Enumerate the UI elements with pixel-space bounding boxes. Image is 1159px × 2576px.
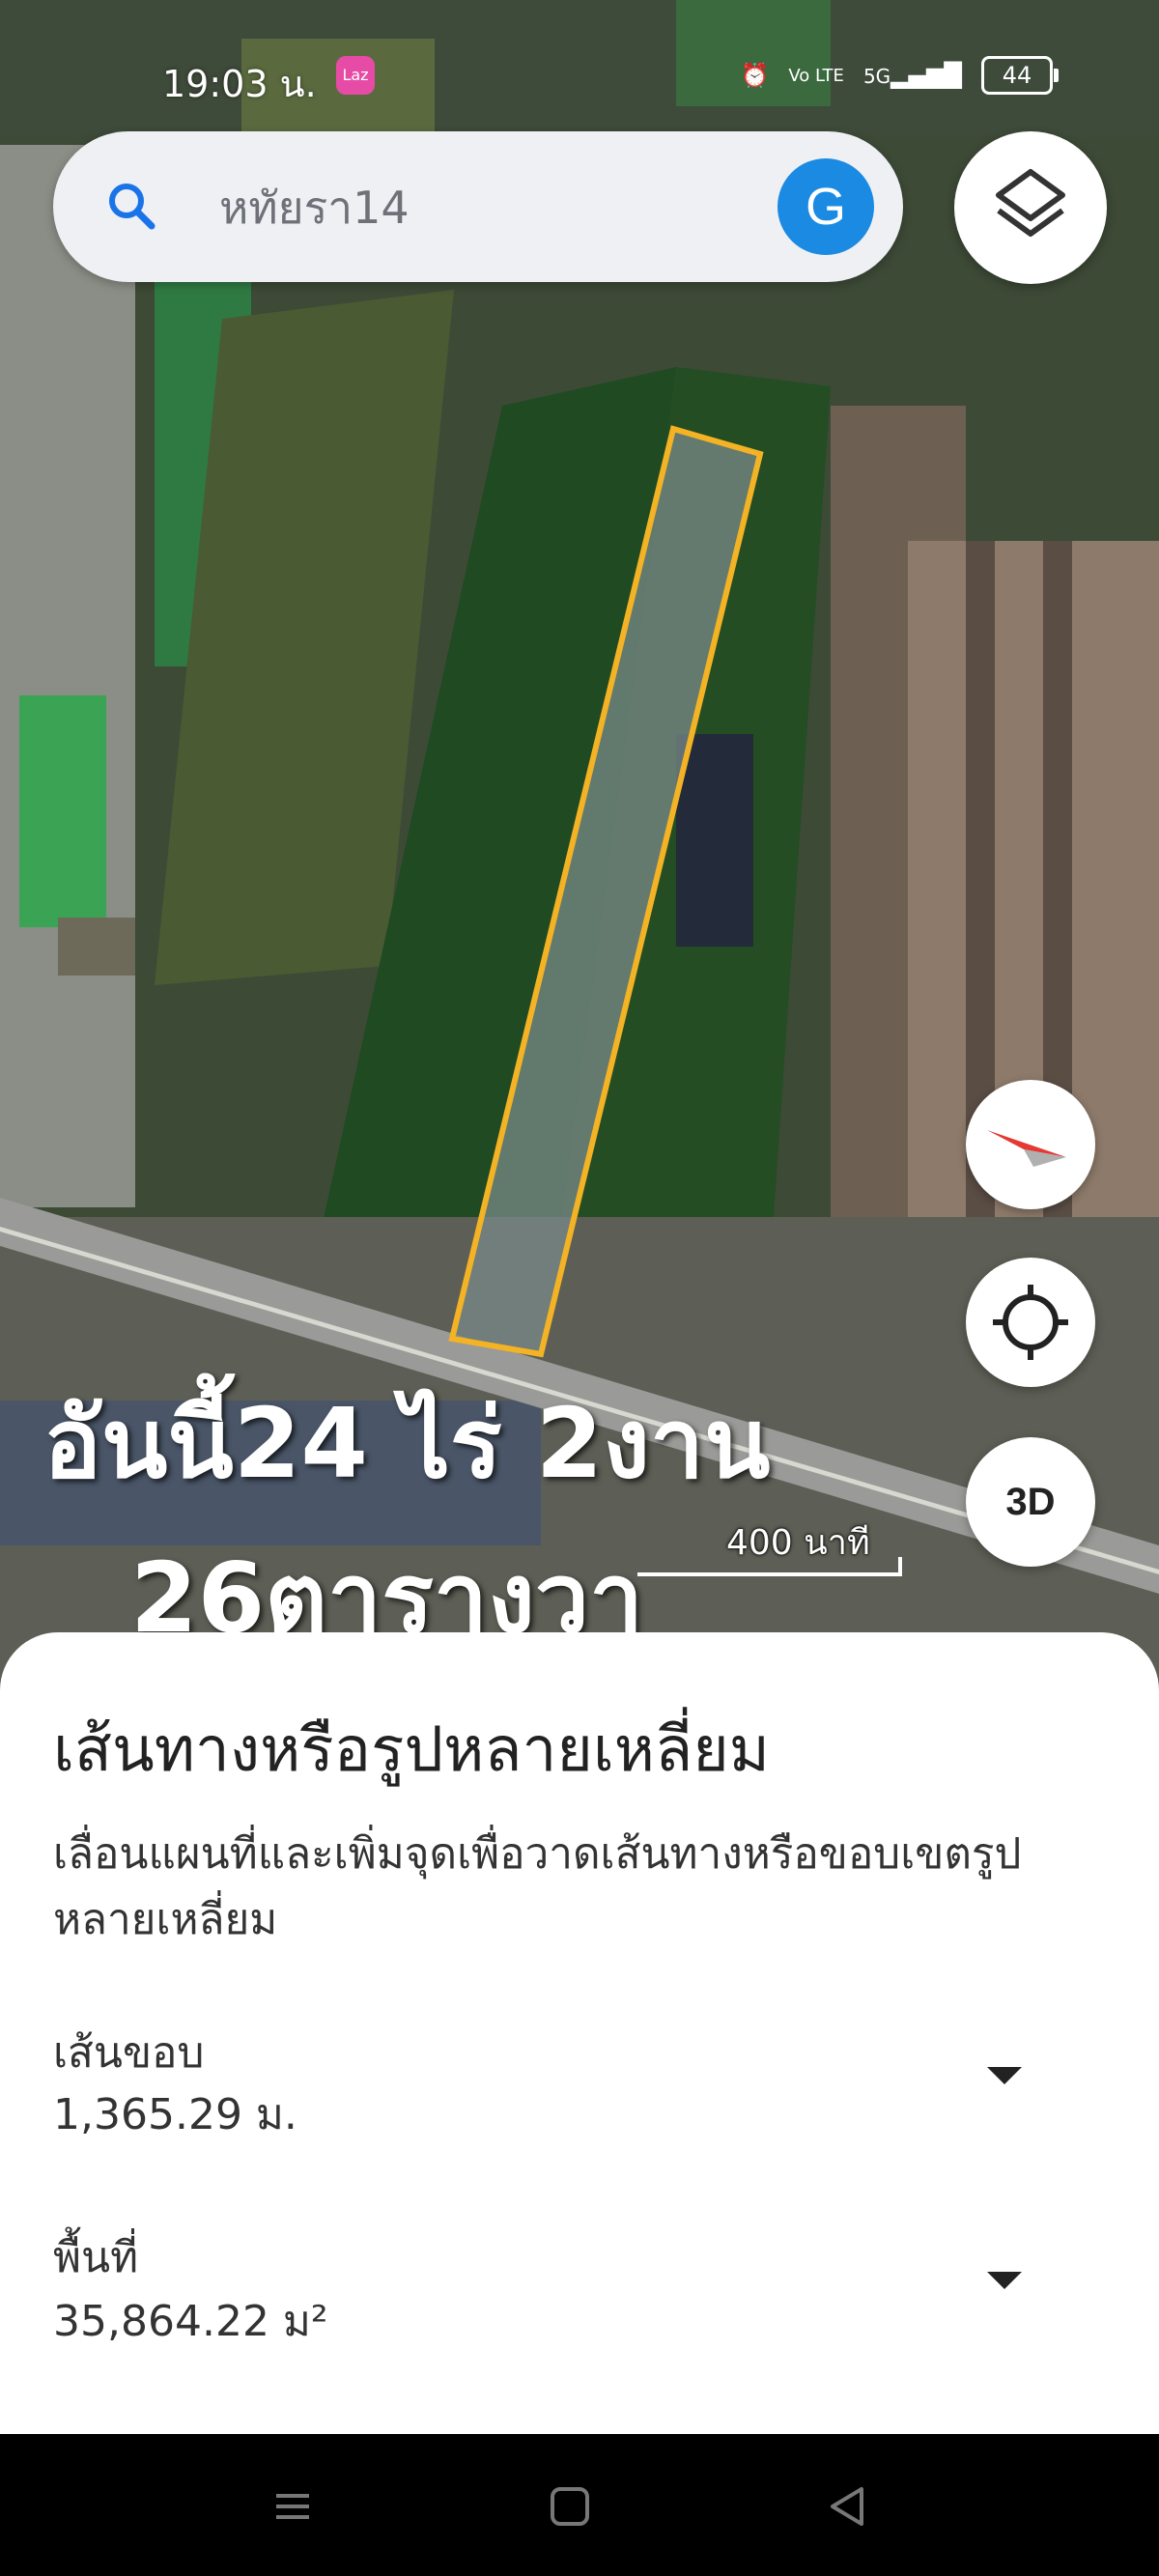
area-value: 35,864.22 ม² bbox=[53, 2297, 328, 2346]
area-label: พื้นที่ bbox=[53, 2233, 139, 2282]
layers-button[interactable] bbox=[954, 131, 1107, 284]
status-icons: ⏰ Vo LTE 5G▂▄▆█ 44 bbox=[740, 56, 1059, 95]
crosshair-icon bbox=[993, 1285, 1068, 1360]
search-input[interactable] bbox=[217, 170, 801, 245]
scale-bar bbox=[637, 1557, 902, 1576]
sheet-title: เส้นทางหรือรูปหลายเหลี่ยม bbox=[53, 1714, 770, 1786]
sheet-description: เลื่อนแผนที่และเพิ่มจุดเพื่อวาดเส้นทางหร… bbox=[53, 1829, 1022, 1944]
layers-icon bbox=[996, 169, 1065, 237]
system-nav-bar bbox=[0, 2434, 1159, 2576]
battery-icon: 44 bbox=[981, 56, 1059, 95]
signal-icon: 5G▂▄▆█ bbox=[862, 62, 962, 89]
search-bar[interactable]: G bbox=[53, 131, 903, 282]
perimeter-value: 1,365.29 ม. bbox=[53, 2090, 297, 2139]
perimeter-dropdown-icon[interactable] bbox=[987, 2067, 1022, 2084]
compass-icon bbox=[987, 1130, 1066, 1167]
account-avatar[interactable]: G bbox=[777, 158, 874, 255]
status-bar: 19:03 น. Laz ⏰ Vo LTE 5G▂▄▆█ 44 bbox=[0, 48, 1159, 106]
bottom-sheet: เส้นทางหรือรูปหลายเหลี่ยม เลื่อนแผนที่แล… bbox=[0, 1632, 1159, 2434]
area-dropdown-icon[interactable] bbox=[987, 2272, 1022, 2289]
alarm-icon: ⏰ bbox=[740, 62, 770, 89]
menu-icon[interactable] bbox=[259, 2473, 326, 2540]
lazada-app-icon: Laz bbox=[336, 56, 375, 95]
perimeter-label: เส้นขอบ bbox=[53, 2028, 205, 2078]
search-icon bbox=[109, 184, 155, 230]
status-time: 19:03 น. bbox=[162, 63, 317, 105]
my-location-button[interactable] bbox=[966, 1258, 1095, 1387]
volte-icon: Vo LTE bbox=[788, 65, 844, 86]
3d-toggle-button[interactable]: 3D bbox=[966, 1437, 1095, 1567]
3d-label: 3D bbox=[1005, 1481, 1056, 1523]
overlay-text-line1: อันนี้24 ไร่ 2งาน bbox=[43, 1387, 771, 1500]
back-icon[interactable] bbox=[813, 2473, 881, 2540]
compass-button[interactable] bbox=[966, 1080, 1095, 1209]
home-icon[interactable] bbox=[536, 2473, 604, 2540]
